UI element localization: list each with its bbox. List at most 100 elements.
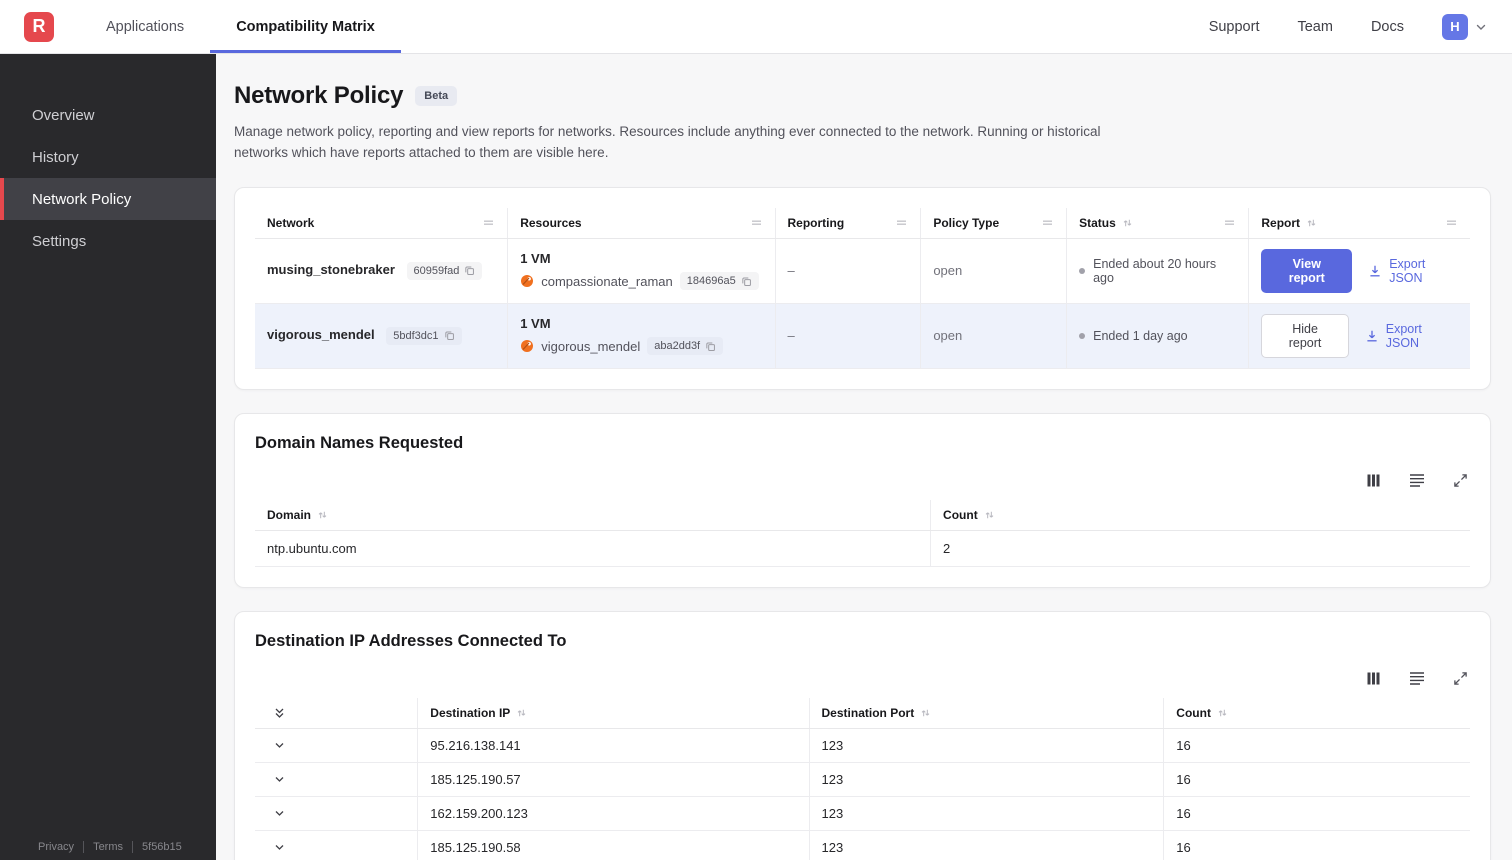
hide-report-button[interactable]: Hide report [1261, 313, 1349, 358]
col-label: Destination Port [821, 705, 915, 720]
hash-value: 184696a5 [686, 275, 736, 288]
network-name: vigorous_mendel [267, 326, 375, 342]
nav-support[interactable]: Support [1209, 19, 1260, 35]
destination-row: 185.125.190.57 123 16 [255, 762, 1470, 797]
privacy-link[interactable]: Privacy [38, 841, 74, 853]
columns-icon[interactable] [1366, 473, 1381, 488]
sort-icon[interactable] [516, 707, 527, 719]
hash-value: 60959fad [413, 264, 460, 277]
col-header-domain[interactable]: Domain [255, 499, 931, 531]
column-handle-icon[interactable] [1041, 217, 1054, 229]
row-expand-icon[interactable] [267, 841, 405, 854]
vm-icon [520, 274, 534, 288]
policy-type-value: open [920, 303, 1067, 369]
destination-count: 16 [1163, 762, 1470, 797]
column-handle-icon[interactable] [482, 217, 495, 229]
copy-icon[interactable] [444, 330, 455, 341]
app-logo[interactable]: R [24, 11, 54, 42]
destination-port: 123 [808, 796, 1164, 831]
col-header-policy-type[interactable]: Policy Type [920, 207, 1067, 239]
download-icon [1365, 329, 1379, 343]
terms-link[interactable]: Terms [83, 841, 123, 853]
row-expand-icon[interactable] [267, 773, 405, 786]
sidebar-footer: Privacy Terms 5f56b15 [38, 841, 182, 853]
vm-icon [520, 339, 534, 353]
col-header-expand-all[interactable] [255, 697, 418, 729]
avatar-initial: H [1450, 19, 1460, 34]
col-header-reporting[interactable]: Reporting [774, 207, 921, 239]
top-navbar: R Applications Compatibility Matrix Supp… [0, 0, 1512, 54]
resource-count: 1 VM [520, 316, 551, 332]
destinations-table: Destination IP Destination Port Count 95… [255, 697, 1470, 860]
col-header-status[interactable]: Status [1066, 207, 1249, 239]
copy-icon[interactable] [741, 276, 752, 287]
destinations-card: Destination IP Addresses Connected To De… [234, 610, 1491, 860]
destination-ip: 95.216.138.141 [417, 728, 810, 763]
row-expand-icon[interactable] [267, 739, 405, 752]
domain-value: ntp.ubuntu.com [255, 530, 931, 567]
expand-all-icon[interactable] [267, 706, 405, 720]
row-expand-icon[interactable] [267, 807, 405, 820]
fullscreen-icon[interactable] [1453, 473, 1468, 488]
domains-card-title: Domain Names Requested [255, 433, 464, 452]
sort-icon[interactable] [984, 509, 995, 521]
build-version: 5f56b15 [132, 841, 182, 853]
policy-type-value: open [920, 238, 1067, 304]
sort-icon[interactable] [317, 509, 328, 521]
row-density-icon[interactable] [1409, 671, 1425, 686]
network-row: musing_stonebraker 60959fad 1 VM compass… [255, 238, 1470, 304]
sidebar-item-settings[interactable]: Settings [0, 220, 216, 262]
nav-compatibility-matrix[interactable]: Compatibility Matrix [210, 0, 401, 53]
network-hash-badge: 5bdf3dc1 [386, 326, 462, 345]
sort-icon[interactable] [920, 707, 931, 719]
page-description: Manage network policy, reporting and vie… [234, 124, 1101, 160]
nav-applications[interactable]: Applications [80, 0, 210, 53]
destination-port: 123 [808, 762, 1164, 797]
destination-row: 95.216.138.141 123 16 [255, 728, 1470, 763]
destination-row: 162.159.200.123 123 16 [255, 796, 1470, 831]
copy-icon[interactable] [464, 265, 475, 276]
row-density-icon[interactable] [1409, 473, 1425, 488]
col-header-report[interactable]: Report [1248, 207, 1470, 239]
sort-icon[interactable] [1306, 217, 1317, 229]
col-header-destination-port[interactable]: Destination Port [808, 697, 1164, 729]
col-label: Resources [520, 215, 582, 230]
column-handle-icon[interactable] [1445, 217, 1458, 229]
copy-icon[interactable] [705, 341, 716, 352]
reporting-value: – [774, 238, 921, 304]
sort-icon[interactable] [1217, 707, 1228, 719]
avatar[interactable]: H [1442, 13, 1468, 40]
sort-icon[interactable] [1122, 217, 1133, 229]
sidebar-item-overview[interactable]: Overview [0, 94, 216, 136]
col-header-count[interactable]: Count [1163, 697, 1470, 729]
export-label: Export JSON [1389, 256, 1426, 285]
col-header-network[interactable]: Network [255, 207, 508, 239]
column-handle-icon[interactable] [895, 217, 908, 229]
nav-docs[interactable]: Docs [1371, 19, 1404, 35]
columns-icon[interactable] [1366, 671, 1381, 686]
page-title: Network Policy [234, 82, 404, 109]
destination-row: 185.125.190.58 123 16 [255, 830, 1470, 860]
export-json-link[interactable]: Export JSON [1365, 322, 1458, 350]
col-label: Domain [267, 507, 312, 522]
column-handle-icon[interactable] [1223, 217, 1236, 229]
col-label: Report [1261, 215, 1301, 230]
col-header-resources[interactable]: Resources [507, 207, 776, 239]
sidebar-item-network-policy[interactable]: Network Policy [0, 178, 216, 220]
export-label: Export JSON [1385, 321, 1422, 350]
main-content: Network Policy Beta Manage network polic… [216, 54, 1512, 860]
sidebar-item-history[interactable]: History [0, 136, 216, 178]
export-json-link[interactable]: Export JSON [1368, 257, 1458, 285]
col-header-count[interactable]: Count [930, 499, 1470, 531]
column-handle-icon[interactable] [750, 217, 763, 229]
fullscreen-icon[interactable] [1453, 671, 1468, 686]
col-header-destination-ip[interactable]: Destination IP [417, 697, 810, 729]
view-report-button[interactable]: View report [1261, 248, 1353, 293]
status-cell: Ended 1 day ago [1079, 329, 1236, 343]
chevron-down-icon[interactable] [1474, 20, 1488, 34]
user-menu[interactable]: H [1442, 13, 1488, 40]
nav-team[interactable]: Team [1297, 19, 1332, 35]
destination-port: 123 [808, 728, 1164, 763]
sidebar: Overview History Network Policy Settings… [0, 54, 216, 860]
page-header: Network Policy Beta [234, 82, 1491, 110]
